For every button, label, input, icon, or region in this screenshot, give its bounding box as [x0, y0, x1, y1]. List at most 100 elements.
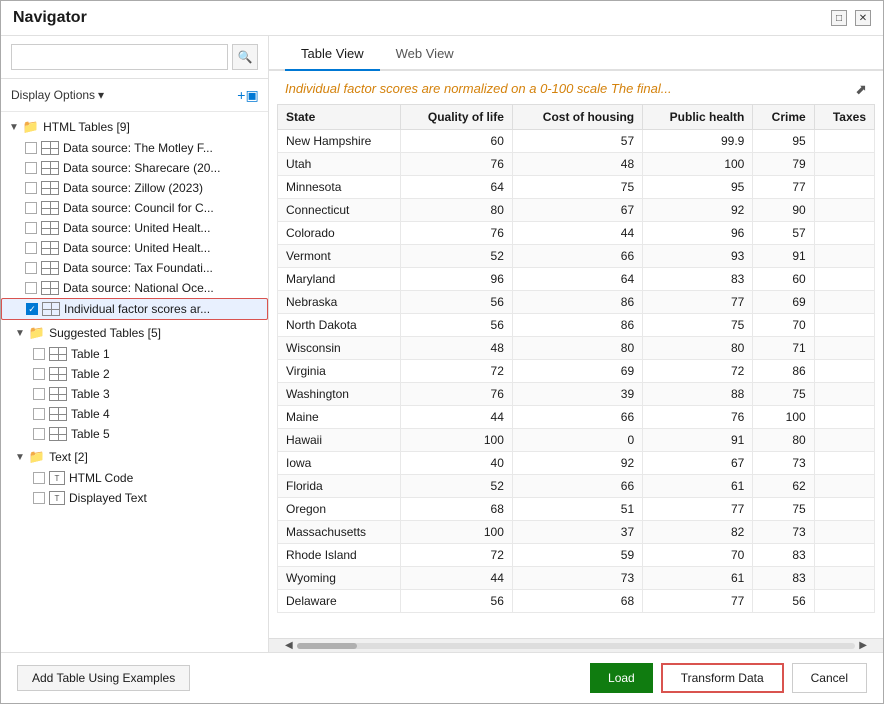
table-cell: 77	[643, 590, 753, 613]
checkbox[interactable]	[25, 182, 37, 194]
table-row: Rhode Island72597083	[278, 544, 875, 567]
table-row: Wyoming44736183	[278, 567, 875, 590]
checkbox[interactable]	[25, 242, 37, 254]
checkbox-checked[interactable]: ✓	[26, 303, 38, 315]
checkbox[interactable]	[33, 408, 45, 420]
table-cell: 73	[753, 452, 814, 475]
table-row: Colorado76449657	[278, 222, 875, 245]
new-data-button[interactable]: +▣	[238, 85, 258, 105]
checkbox[interactable]	[25, 262, 37, 274]
table-cell	[814, 544, 874, 567]
table-icon	[49, 387, 67, 401]
list-item[interactable]: Data source: The Motley F...	[1, 138, 268, 158]
transform-data-button[interactable]: Transform Data	[661, 663, 784, 693]
checkbox[interactable]	[33, 492, 45, 504]
table-cell: 56	[401, 314, 513, 337]
checkbox[interactable]	[33, 368, 45, 380]
list-item[interactable]: Table 3	[1, 384, 268, 404]
table-cell	[814, 153, 874, 176]
scroll-track[interactable]	[297, 643, 856, 649]
checkbox[interactable]	[33, 472, 45, 484]
table-cell: 77	[643, 291, 753, 314]
tab-table-view[interactable]: Table View	[285, 36, 380, 71]
table-cell	[814, 130, 874, 153]
table-cell: 91	[643, 429, 753, 452]
search-button[interactable]: 🔍	[232, 44, 258, 70]
table-cell: 92	[643, 199, 753, 222]
checkbox[interactable]	[25, 162, 37, 174]
table-icon	[41, 161, 59, 175]
scroll-left-arrow[interactable]: ◀	[285, 640, 293, 651]
list-item[interactable]: Table 4	[1, 404, 268, 424]
list-item[interactable]: Data source: National Oce...	[1, 278, 268, 298]
list-item[interactable]: Data source: United Healt...	[1, 218, 268, 238]
nav-tree: ▼ 📁 HTML Tables [9] Data source: The Mot…	[1, 112, 268, 652]
table-cell: 60	[401, 130, 513, 153]
preview-header: Individual factor scores are normalized …	[269, 71, 883, 104]
table-cell: 90	[753, 199, 814, 222]
display-options-button[interactable]: Display Options ▾	[11, 88, 104, 102]
list-item[interactable]: Data source: Sharecare (20...	[1, 158, 268, 178]
search-input[interactable]	[11, 44, 228, 70]
list-item[interactable]: T HTML Code	[1, 468, 268, 488]
checkbox[interactable]	[25, 222, 37, 234]
external-link-icon[interactable]: ⬈	[855, 81, 867, 98]
col-quality: Quality of life	[401, 105, 513, 130]
table-cell: 83	[753, 567, 814, 590]
table-cell: Florida	[278, 475, 401, 498]
table-cell: Utah	[278, 153, 401, 176]
data-table-wrapper[interactable]: State Quality of life Cost of housing Pu…	[269, 104, 883, 638]
scroll-thumb[interactable]	[297, 643, 357, 649]
folder-icon: 📁	[29, 325, 45, 341]
table-cell: 51	[512, 498, 642, 521]
preview-title: Individual factor scores are normalized …	[285, 81, 847, 96]
table-cell: 77	[643, 498, 753, 521]
cancel-button[interactable]: Cancel	[792, 663, 867, 693]
table-cell: 96	[401, 268, 513, 291]
table-cell: 37	[512, 521, 642, 544]
individual-factor-scores-item[interactable]: ✓ Individual factor scores ar...	[1, 298, 268, 320]
table-row: North Dakota56867570	[278, 314, 875, 337]
table-cell	[814, 199, 874, 222]
table-cell: Oregon	[278, 498, 401, 521]
html-tables-header[interactable]: ▼ 📁 HTML Tables [9]	[1, 116, 268, 138]
list-item[interactable]: T Displayed Text	[1, 488, 268, 508]
col-taxes: Taxes	[814, 105, 874, 130]
list-item[interactable]: Data source: Zillow (2023)	[1, 178, 268, 198]
table-cell: 39	[512, 383, 642, 406]
checkbox[interactable]	[33, 428, 45, 440]
list-item[interactable]: Table 2	[1, 364, 268, 384]
table-icon	[41, 221, 59, 235]
horizontal-scrollbar[interactable]: ◀ ▶	[269, 638, 883, 652]
table-cell	[814, 521, 874, 544]
table-cell: 68	[401, 498, 513, 521]
table-cell: 100	[401, 521, 513, 544]
list-item[interactable]: Data source: Tax Foundati...	[1, 258, 268, 278]
table-cell: 77	[753, 176, 814, 199]
suggested-tables-header[interactable]: ▼ 📁 Suggested Tables [5]	[1, 322, 268, 344]
table-cell: 100	[753, 406, 814, 429]
text-group-header[interactable]: ▼ 📁 Text [2]	[1, 446, 268, 468]
list-item[interactable]: Data source: United Healt...	[1, 238, 268, 258]
table-cell: Rhode Island	[278, 544, 401, 567]
list-item[interactable]: Table 1	[1, 344, 268, 364]
checkbox[interactable]	[25, 142, 37, 154]
close-button[interactable]: ✕	[855, 10, 871, 26]
tab-web-view[interactable]: Web View	[380, 36, 470, 71]
list-item[interactable]: Table 5	[1, 424, 268, 444]
table-cell: 56	[401, 291, 513, 314]
checkbox[interactable]	[25, 202, 37, 214]
table-cell	[814, 337, 874, 360]
checkbox[interactable]	[33, 388, 45, 400]
table-cell: Wyoming	[278, 567, 401, 590]
table-cell: Delaware	[278, 590, 401, 613]
folder-icon: 📁	[29, 449, 45, 465]
checkbox[interactable]	[33, 348, 45, 360]
add-table-button[interactable]: Add Table Using Examples	[17, 665, 190, 691]
list-item[interactable]: Data source: Council for C...	[1, 198, 268, 218]
checkbox[interactable]	[25, 282, 37, 294]
minimize-button[interactable]: □	[831, 10, 847, 26]
table-cell: Nebraska	[278, 291, 401, 314]
scroll-right-arrow[interactable]: ▶	[859, 640, 867, 651]
load-button[interactable]: Load	[590, 663, 653, 693]
